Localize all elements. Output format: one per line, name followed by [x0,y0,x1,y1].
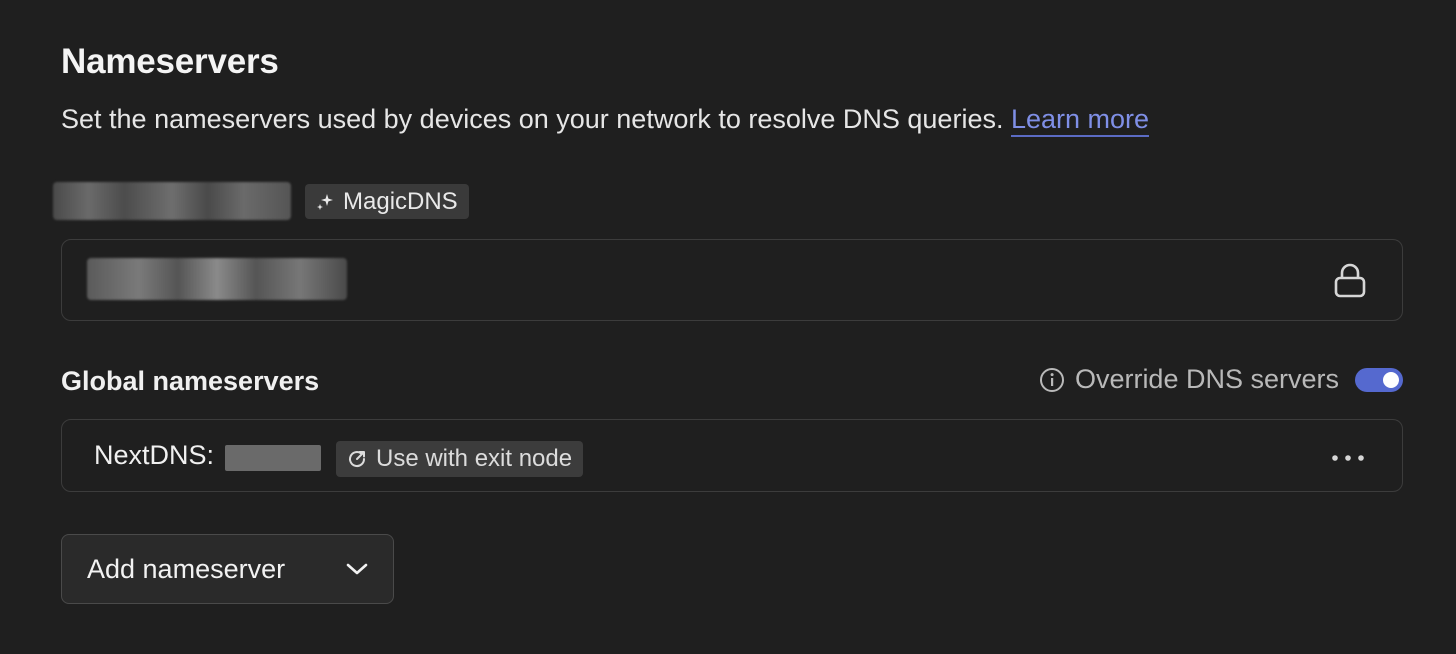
exit-node-label: Use with exit node [376,445,573,472]
toggle-knob [1383,371,1399,388]
add-nameserver-label: Add nameserver [87,553,286,584]
exit-node-icon [346,448,368,470]
override-dns-control: Override DNS servers [1039,364,1403,395]
info-icon[interactable] [1039,367,1065,393]
nameserver-provider-label: NextDNS: [94,440,215,470]
exit-node-badge: Use with exit node [336,441,584,477]
learn-more-link[interactable]: Learn more [1010,104,1150,137]
page-title: Nameservers [61,42,279,81]
redacted-magicdns-address [87,258,347,300]
magicdns-label: MagicDNS [343,187,458,215]
description-text: Set the nameservers used by devices on y… [61,104,1004,134]
nameservers-page: Nameservers Set the nameservers used by … [0,0,1456,654]
redacted-tailnet-name [53,182,291,220]
override-dns-label: Override DNS servers [1074,364,1339,394]
global-nameservers-heading: Global nameservers [61,366,320,396]
lock-icon [1333,263,1367,304]
section-description: Set the nameservers used by devices on y… [61,104,1150,137]
magicdns-badge: MagicDNS [305,184,469,219]
more-horizontal-icon[interactable] [1330,450,1366,466]
redacted-nameserver-id [225,445,321,471]
add-nameserver-button[interactable]: Add nameserver [61,534,394,604]
sparkle-icon [315,192,335,212]
override-dns-toggle[interactable] [1355,367,1403,392]
chevron-down-icon [345,562,369,576]
